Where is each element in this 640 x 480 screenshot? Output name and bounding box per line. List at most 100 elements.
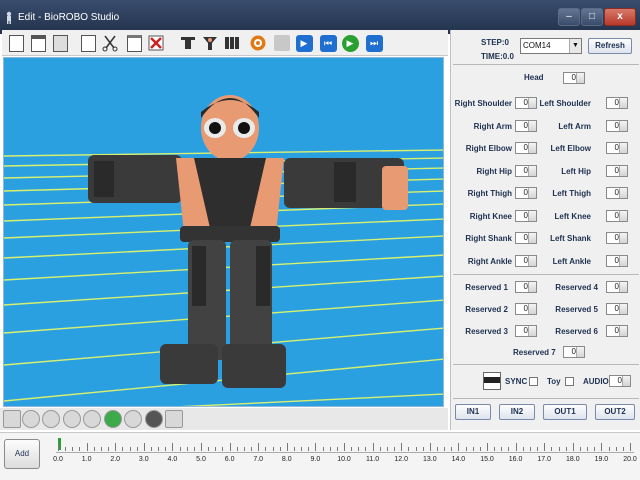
joint-label: Left Hip [561,167,591,176]
toy-checkbox[interactable] [565,377,574,386]
reserved-spinner[interactable]: 0 [515,303,537,315]
timeline-minor-tick [236,447,238,451]
joint-spinner[interactable]: 0 [515,165,537,177]
joint-spinner[interactable]: 0 [606,120,628,132]
reserved-spinner[interactable]: 0 [606,303,628,315]
head-spinner[interactable]: 0 [563,72,585,84]
joint-spinner[interactable]: 0 [515,210,537,222]
robot-3d-viewport[interactable] [3,57,444,407]
joint-spinner[interactable]: 0 [515,232,537,244]
paste-icon[interactable] [124,33,144,53]
divider [453,398,639,399]
timeline-minor-tick [379,447,381,451]
refresh-view-icon[interactable] [104,410,122,428]
close-button[interactable]: x [604,8,636,26]
joint-spinner[interactable]: 0 [606,187,628,199]
joint-spinner[interactable]: 0 [515,142,537,154]
joint-spinner[interactable]: 0 [515,187,537,199]
divider [453,64,639,65]
play-icon[interactable]: ▶ [294,33,314,53]
robot-pose-2-icon[interactable] [200,33,220,53]
camera-icon[interactable] [83,410,101,428]
reserved-label: Reserved 5 [555,305,598,314]
timeline-minor-tick [65,447,67,451]
reserved-spinner[interactable]: 0 [515,325,537,337]
in2-button[interactable]: IN2 [499,404,535,420]
joint-spinner[interactable]: 0 [606,255,628,267]
joint-label: Left Shank [550,234,591,243]
rewind-icon[interactable]: ⏮ [318,33,338,53]
home-icon[interactable] [3,410,21,428]
copy-icon[interactable] [78,33,98,53]
joint-label: Left Ankle [552,257,591,266]
maximize-button[interactable]: □ [581,8,603,26]
timeline-tick [458,443,460,451]
joint-spinner[interactable]: 0 [606,142,628,154]
joint-spinner[interactable]: 0 [606,232,628,244]
timeline-minor-tick [336,447,338,451]
timeline-tick [172,443,174,451]
timeline-tick-label: 4.0 [167,456,178,463]
timeline-minor-tick [501,447,503,451]
open-icon[interactable] [28,33,48,53]
com-port-select[interactable]: COM14 ▼ [520,38,582,54]
timeline-tick-label: 0.0 [53,456,63,463]
reserved-spinner[interactable]: 0 [606,325,628,337]
chevron-down-icon: ▼ [569,39,581,53]
timeline-minor-tick [472,447,474,451]
joint-spinner[interactable]: 0 [606,165,628,177]
sync-icon[interactable] [483,372,501,390]
reserved-7-label: Reserved 7 [513,348,556,357]
audio-label: AUDIO [583,377,609,386]
new-icon[interactable] [6,33,26,53]
robot-pose-3-icon[interactable] [222,33,242,53]
refresh-button[interactable]: Refresh [588,38,632,54]
joint-spinner[interactable]: 0 [606,210,628,222]
delete-icon[interactable] [146,33,166,53]
in1-button[interactable]: IN1 [455,404,491,420]
camera-view-icon[interactable] [145,410,163,428]
sync-checkbox[interactable] [529,377,538,386]
zoom-icon[interactable] [63,410,81,428]
timeline-tick [286,443,288,451]
audio-spinner[interactable]: 0 [609,375,631,387]
rotate-left-icon[interactable] [22,410,40,428]
forward-icon[interactable]: ⏭ [364,33,384,53]
joint-spinner[interactable]: 0 [515,120,537,132]
out2-button[interactable]: OUT2 [595,404,635,420]
timeline-tick-label: 14.0 [451,456,466,463]
settings-icon[interactable] [124,410,142,428]
joint-spinner[interactable]: 0 [515,255,537,267]
step-label: STEP:0 [481,38,510,47]
blank-icon[interactable] [272,33,292,53]
timeline-minor-tick [508,447,510,451]
cut-icon[interactable] [100,33,120,53]
add-button[interactable]: Add [4,439,40,469]
battery-icon[interactable] [165,410,183,428]
reserved-spinner[interactable]: 0 [606,281,628,293]
timeline-minor-tick [386,447,388,451]
timeline-minor-tick [479,447,481,451]
timeline-tick-label: 7.0 [253,456,264,463]
timeline-tick-label: 13.0 [422,456,437,463]
record-icon[interactable] [248,33,268,53]
joint-spinner[interactable]: 0 [515,97,537,109]
robot-scene [4,58,443,406]
run-icon[interactable]: ▶ [340,33,360,53]
rotate-right-icon[interactable] [42,410,60,428]
minimize-button[interactable]: – [558,8,580,26]
timeline-minor-tick [408,447,410,451]
reserved-label: Reserved 1 [465,283,508,292]
timeline: Add 0.0 1.0 2.0 3.0 4.0 5.0 6.0 7.0 8.0 … [0,432,640,480]
joint-spinner[interactable]: 0 [606,97,628,109]
out1-button[interactable]: OUT1 [543,404,587,420]
timeline-minor-tick [108,447,110,451]
sync-label: SYNC [505,377,528,386]
timeline-minor-tick [565,447,567,451]
time-label: TIME:0.0 [481,52,514,61]
save-icon[interactable] [50,33,70,53]
reserved-7-spinner[interactable]: 0 [563,346,585,358]
reserved-spinner[interactable]: 0 [515,281,537,293]
robot-pose-1-icon[interactable] [178,33,198,53]
timeline-ruler[interactable]: 0.0 1.0 2.0 3.0 4.0 5.0 6.0 7.0 8.0 9.0 … [50,437,638,463]
